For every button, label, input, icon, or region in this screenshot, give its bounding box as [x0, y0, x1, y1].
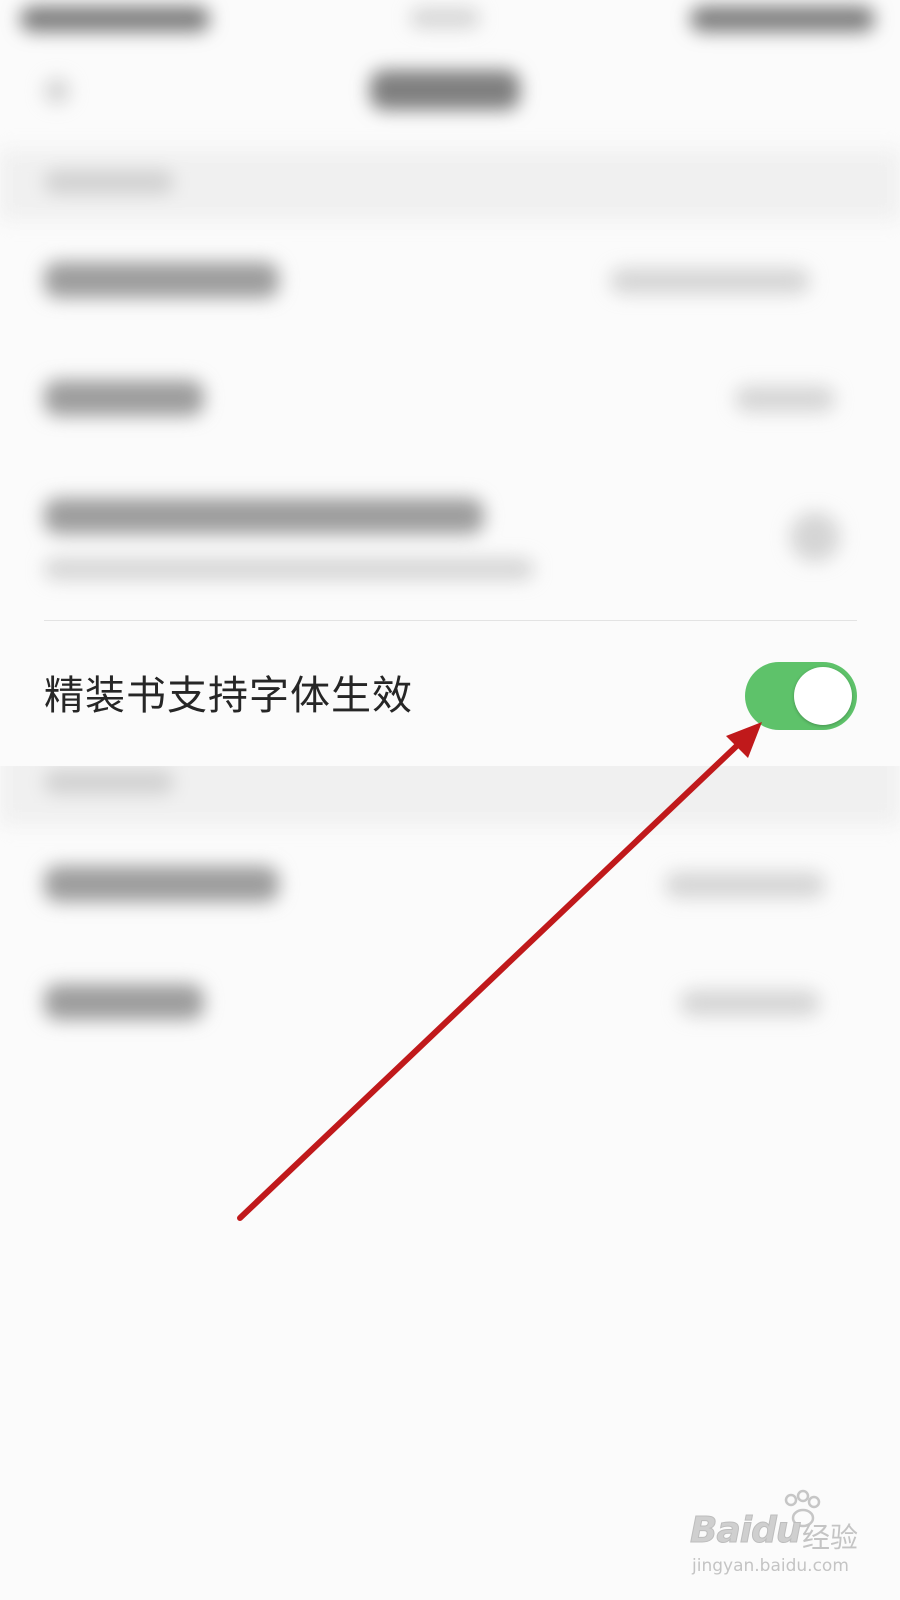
section-header-label [44, 170, 174, 194]
status-bar-left [20, 6, 210, 32]
row-control [790, 512, 840, 562]
row-value [610, 268, 810, 294]
setting-label: 精装书支持字体生效 [44, 673, 413, 719]
hardcover-font-toggle[interactable] [745, 662, 857, 730]
row-label [44, 498, 484, 534]
row-divider [44, 620, 857, 621]
status-bar-right [690, 6, 875, 32]
watermark-url: jingyan.baidu.com [692, 1556, 849, 1576]
settings-screen: 精装书支持字体生效 Baidu 经验 jingyan.baidu.com [0, 0, 900, 1600]
section-header-label [44, 770, 174, 794]
back-arrow-icon[interactable] [44, 78, 70, 104]
status-bar-center [410, 8, 480, 28]
nav-title [370, 70, 520, 110]
row-label [44, 380, 204, 416]
row-label [44, 866, 279, 902]
row-label [44, 262, 279, 298]
row-value [665, 872, 825, 898]
row-description [44, 558, 534, 580]
toggle-knob [794, 667, 852, 725]
watermark-logo-text: Baidu [689, 1510, 801, 1552]
baidu-jingyan-watermark: Baidu 经验 jingyan.baidu.com [689, 1488, 870, 1583]
row-value [735, 386, 835, 412]
row-value [680, 990, 820, 1016]
setting-row-hardcover-font: 精装书支持字体生效 [0, 626, 900, 766]
row-label [44, 984, 204, 1020]
watermark-cn-text: 经验 [802, 1521, 859, 1554]
